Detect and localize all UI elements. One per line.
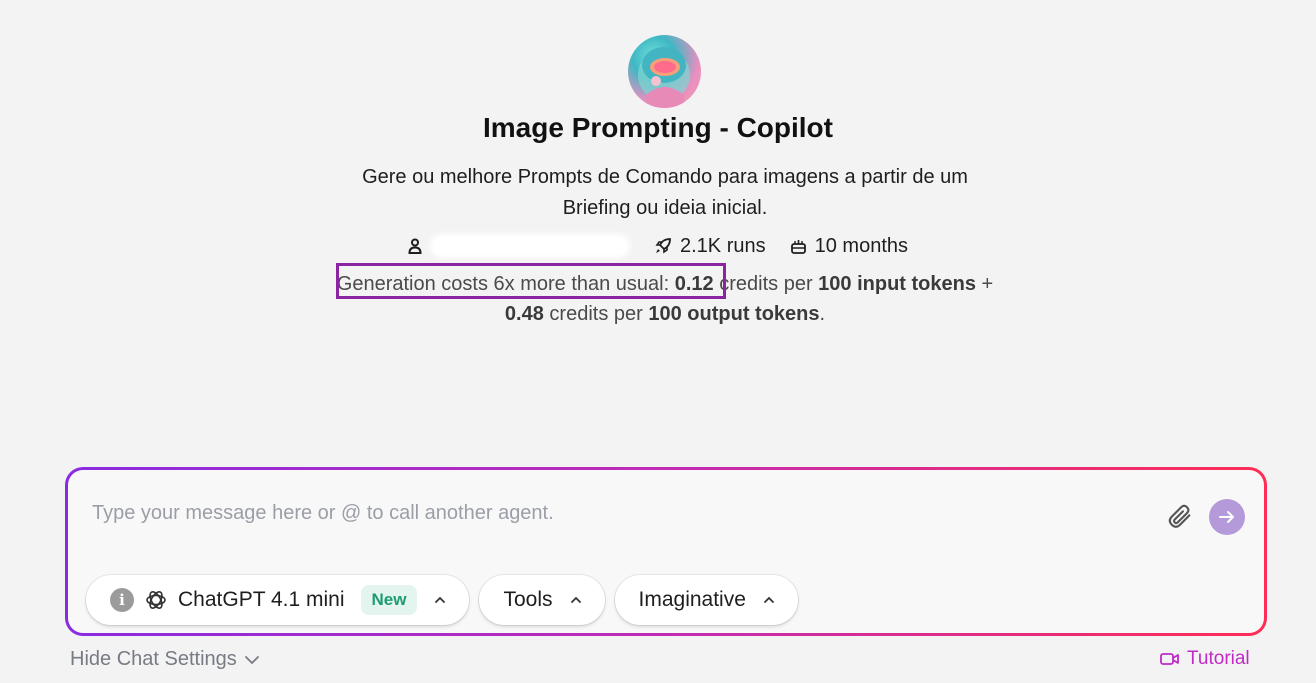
openai-icon <box>146 591 166 609</box>
hide-settings-label: Hide Chat Settings <box>70 648 237 670</box>
attach-button[interactable] <box>1166 502 1194 530</box>
author-info[interactable] <box>408 234 630 258</box>
input-unit: 100 input tokens <box>818 273 976 295</box>
model-selector[interactable]: i ChatGPT 4.1 mini New <box>86 575 470 625</box>
video-icon <box>1160 653 1179 665</box>
credits-per-output: credits per <box>549 303 643 325</box>
credits-per-input: credits per <box>719 273 813 295</box>
cake-icon <box>790 239 806 254</box>
paperclip-icon <box>1168 504 1191 528</box>
cost-highlight-box <box>336 263 726 299</box>
rocket-icon <box>655 238 671 254</box>
agent-title: Image Prompting - Copilot <box>483 112 833 143</box>
cost-end: . <box>819 303 826 325</box>
hide-chat-settings-toggle[interactable]: Hide Chat Settings <box>70 648 261 671</box>
output-rate: 0.48 <box>504 303 544 325</box>
user-icon <box>408 238 422 254</box>
model-label: ChatGPT 4.1 mini <box>178 588 345 611</box>
plus-sign: + <box>981 273 994 295</box>
chat-composer: i ChatGPT 4.1 mini New Tools <box>65 467 1267 636</box>
chevron-down-icon <box>244 655 259 664</box>
agent-age: 10 months <box>790 235 908 258</box>
style-selector[interactable]: Imaginative <box>614 575 798 625</box>
info-icon[interactable]: i <box>110 588 134 612</box>
chevron-up-icon <box>435 596 446 603</box>
age-label: 10 months <box>814 234 908 257</box>
composer-body: i ChatGPT 4.1 mini New Tools <box>68 470 1264 633</box>
chat-settings-chips: i ChatGPT 4.1 mini New Tools Imaginative <box>86 575 798 625</box>
style-label: Imaginative <box>638 588 746 611</box>
message-input[interactable] <box>92 498 1132 528</box>
runs-label: 2.1K runs <box>680 234 766 257</box>
tools-label: Tools <box>503 588 553 611</box>
output-unit: 100 output tokens <box>648 303 820 325</box>
chevron-up-icon <box>570 596 581 603</box>
tools-selector[interactable]: Tools <box>479 575 605 625</box>
arrow-right-icon <box>1219 511 1234 523</box>
author-name-redacted <box>430 234 630 258</box>
tutorial-link[interactable]: Tutorial <box>1160 648 1250 670</box>
agent-description: Gere ou melhore Prompts de Comando para … <box>362 166 968 219</box>
new-badge: New <box>360 585 418 615</box>
agent-avatar <box>628 35 701 108</box>
agent-meta: 2.1K runs 10 months <box>0 234 1316 258</box>
send-button[interactable] <box>1209 499 1245 535</box>
runs-count: 2.1K runs <box>654 235 766 258</box>
tutorial-label: Tutorial <box>1187 648 1250 669</box>
chevron-up-icon <box>764 596 774 603</box>
